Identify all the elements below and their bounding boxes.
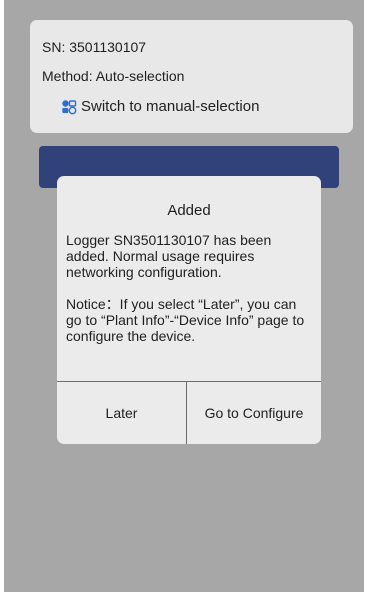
serial-number-text: SN: 3501130107 [42,39,147,55]
later-button[interactable]: Later [57,382,186,444]
dialog-title: Added [167,202,211,219]
dialog-message: Logger SN3501130107 has been added. Norm… [66,232,272,280]
dialog-notice: Notice：If you select “Later”, you can go… [66,296,305,344]
go-to-configure-button[interactable]: Go to Configure [187,382,321,444]
switch-icon [62,99,77,114]
switch-manual-selection-link[interactable]: Switch to manual-selection [61,98,259,115]
dialog-body: Logger SN3501130107 has been added. Norm… [66,232,314,344]
switch-manual-selection-label: Switch to manual-selection [81,98,260,115]
device-info-card: SN: 3501130107 Method: Auto-selection Sw… [30,20,353,133]
added-dialog: Added Logger SN3501130107 has been added… [57,176,321,444]
method-text: Method: Auto-selection [42,68,185,84]
